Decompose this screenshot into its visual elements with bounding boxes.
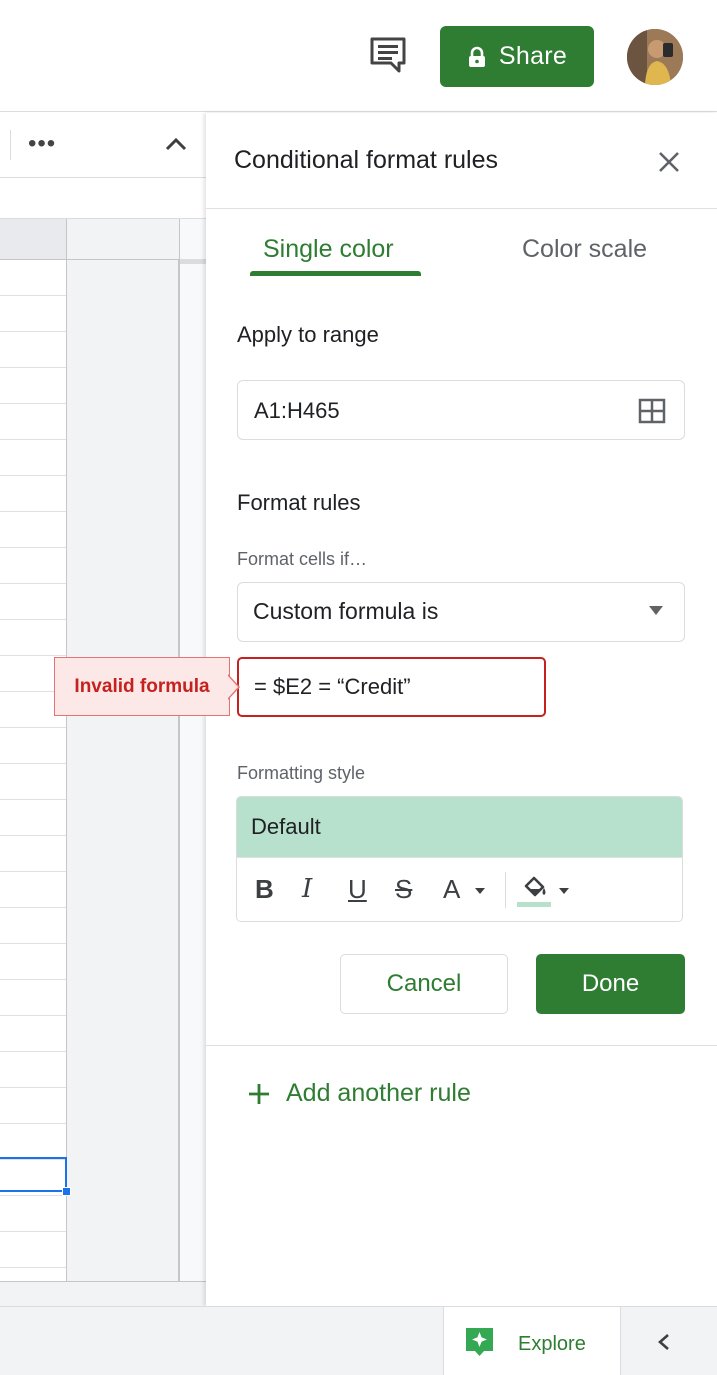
- column-header[interactable]: [67, 219, 179, 260]
- style-preview[interactable]: Default: [237, 797, 682, 857]
- bottom-bar: Explore: [0, 1306, 717, 1375]
- explore-icon: [466, 1328, 493, 1356]
- panel-divider: [206, 1045, 717, 1046]
- plus-icon: [249, 1083, 269, 1104]
- format-rules-heading: Format rules: [237, 490, 361, 515]
- chevron-down-icon: [649, 606, 663, 615]
- toolbar-divider: [505, 872, 506, 908]
- cancel-button[interactable]: Cancel: [340, 954, 508, 1014]
- selected-cell[interactable]: [0, 1157, 67, 1192]
- select-range-icon[interactable]: [638, 398, 666, 424]
- condition-dropdown[interactable]: Custom formula is: [237, 582, 685, 642]
- add-rule-label: Add another rule: [286, 1079, 471, 1107]
- conditional-format-panel: Conditional format rules Single color Co…: [206, 113, 717, 1306]
- explore-label: Explore: [518, 1333, 586, 1355]
- fill-handle[interactable]: [62, 1187, 71, 1196]
- vertical-scrollbar[interactable]: [179, 219, 207, 1306]
- fill-color-icon[interactable]: [517, 872, 553, 908]
- formula-value: = $E2 = “Credit”: [254, 674, 411, 699]
- formatting-style-label: Formatting style: [237, 763, 366, 783]
- sheet-cells[interactable]: [0, 260, 67, 1281]
- invalid-formula-tooltip: Invalid formula: [54, 657, 230, 716]
- share-button[interactable]: Share: [440, 26, 594, 87]
- column-header[interactable]: [0, 219, 67, 260]
- tooltip-arrow-fill: [228, 676, 238, 698]
- format-cells-if-label: Format cells if…: [237, 549, 368, 569]
- top-bar: Share: [0, 0, 717, 112]
- collapse-up-icon[interactable]: [163, 134, 189, 154]
- text-color-button[interactable]: A: [443, 875, 460, 903]
- explore-button[interactable]: Explore: [443, 1307, 621, 1375]
- comment-icon[interactable]: [368, 36, 408, 74]
- more-icon[interactable]: •••: [28, 132, 56, 156]
- sheet-column: [67, 219, 179, 1281]
- formula-bar-area: [0, 178, 206, 219]
- horizontal-scrollbar[interactable]: [0, 1281, 206, 1306]
- strikethrough-button[interactable]: S: [395, 875, 412, 903]
- panel-header: Conditional format rules: [206, 113, 717, 209]
- tab-color-scale[interactable]: Color scale: [522, 235, 647, 264]
- close-icon[interactable]: [654, 147, 684, 177]
- lock-icon: [468, 46, 485, 67]
- chevron-left-icon[interactable]: [656, 1333, 672, 1351]
- add-another-rule-button[interactable]: Add another rule: [246, 1079, 471, 1108]
- style-toolbar: B I U S A: [237, 857, 682, 921]
- avatar[interactable]: [627, 29, 683, 85]
- sheet-toolbar: •••: [0, 112, 206, 178]
- panel-title: Conditional format rules: [234, 146, 499, 174]
- chevron-down-icon: [475, 888, 485, 894]
- done-button[interactable]: Done: [536, 954, 685, 1014]
- condition-value: Custom formula is: [253, 598, 439, 624]
- apply-to-range-label: Apply to range: [237, 322, 379, 347]
- range-value: A1:H465: [254, 398, 340, 423]
- bold-button[interactable]: B: [255, 875, 274, 903]
- underline-button[interactable]: U: [348, 875, 367, 903]
- custom-formula-input[interactable]: = $E2 = “Credit”: [237, 657, 546, 717]
- range-input[interactable]: A1:H465: [237, 380, 685, 440]
- chevron-down-icon: [559, 888, 569, 894]
- tab-single-color[interactable]: Single color: [263, 235, 394, 264]
- toolbar-divider: [10, 130, 11, 160]
- italic-button[interactable]: I: [302, 875, 312, 903]
- style-preview-text: Default: [251, 814, 321, 839]
- formatting-style-box: Default B I U S A: [236, 796, 683, 922]
- active-tab-indicator: [250, 271, 421, 276]
- share-label: Share: [498, 42, 568, 70]
